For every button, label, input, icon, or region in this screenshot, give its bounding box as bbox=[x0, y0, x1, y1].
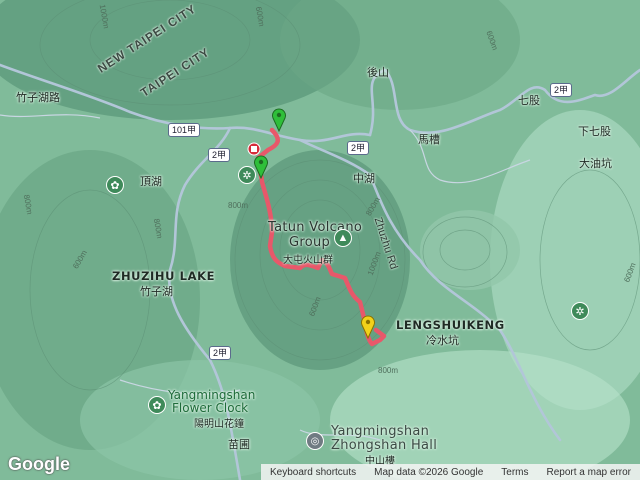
elevation-label: 800m bbox=[378, 366, 399, 375]
dinghu-label: 頂湖 bbox=[140, 175, 162, 188]
route-101jia-shield: 101甲 bbox=[168, 123, 201, 137]
lengshuikeng-zh-label: 冷水坑 bbox=[426, 334, 459, 347]
landmark-icon[interactable]: ◎ bbox=[306, 432, 324, 450]
houshan-label: 後山 bbox=[367, 66, 389, 79]
route-2jia-shield-4: 2甲 bbox=[209, 346, 232, 360]
route-2jia-shield-2: 2甲 bbox=[347, 141, 370, 155]
zhongshan-hall-label-1: Yangmingshan bbox=[331, 424, 430, 439]
zhuzihu-lake-label: ZHUZIHU LAKE bbox=[112, 269, 216, 283]
map-data-attribution: Map data ©2026 Google bbox=[374, 466, 484, 478]
macao-label: 馬槽 bbox=[418, 133, 440, 146]
flower-clock-zh-label: 陽明山花鐘 bbox=[194, 419, 244, 430]
route-2jia-shield-1: 2甲 bbox=[208, 148, 231, 162]
zhonghu-label: 中湖 bbox=[353, 172, 375, 185]
dayoukeng-label: 大油坑 bbox=[579, 157, 612, 170]
zhuzihu-lake-zh-label: 竹子湖 bbox=[140, 285, 173, 298]
flower-clock-label-2: Flower Clock bbox=[172, 401, 249, 415]
report-error-link[interactable]: Report a map error bbox=[538, 467, 640, 478]
hiking-poi-icon-2[interactable]: ✲ bbox=[571, 302, 589, 320]
map-footer: Keyboard shortcuts Map data ©2026 Google… bbox=[260, 464, 640, 480]
miaopu-label: 苗圃 bbox=[228, 438, 250, 451]
parking-marker-icon[interactable] bbox=[247, 142, 261, 156]
map-view[interactable]: NEW TAIPEI CITY TAIPEI CITY 竹子湖路 101甲 2甲… bbox=[0, 0, 640, 480]
flower-clock-label-1: Yangmingshan bbox=[168, 388, 256, 402]
waypoint-pin-icon[interactable] bbox=[253, 155, 269, 179]
route-2jia-shield-3: 2甲 bbox=[550, 83, 573, 97]
xiaqigu-label: 下七股 bbox=[578, 125, 611, 138]
elevation-label: 800m bbox=[228, 201, 249, 210]
zhuzihu-road-label: 竹子湖路 bbox=[16, 91, 60, 104]
flower-poi-icon[interactable]: ✿ bbox=[106, 176, 124, 194]
terms-link[interactable]: Terms bbox=[492, 467, 537, 478]
qigu-label: 七股 bbox=[518, 94, 540, 107]
lengshuikeng-label: LENGSHUIKENG bbox=[396, 318, 505, 332]
start-pin-icon[interactable] bbox=[271, 108, 287, 132]
mountain-icon[interactable]: ▲ bbox=[334, 229, 352, 247]
keyboard-shortcuts-link[interactable]: Keyboard shortcuts bbox=[261, 467, 365, 478]
flower-clock-icon[interactable]: ✿ bbox=[148, 396, 166, 414]
tatun-volcano-zh-label: 大屯火山群 bbox=[283, 255, 333, 266]
zhongshan-hall-label-2: Zhongshan Hall bbox=[331, 438, 438, 453]
tatun-volcano-label-2: Group bbox=[289, 235, 331, 250]
google-logo: Google bbox=[8, 454, 70, 474]
end-pin-icon[interactable] bbox=[360, 315, 376, 339]
